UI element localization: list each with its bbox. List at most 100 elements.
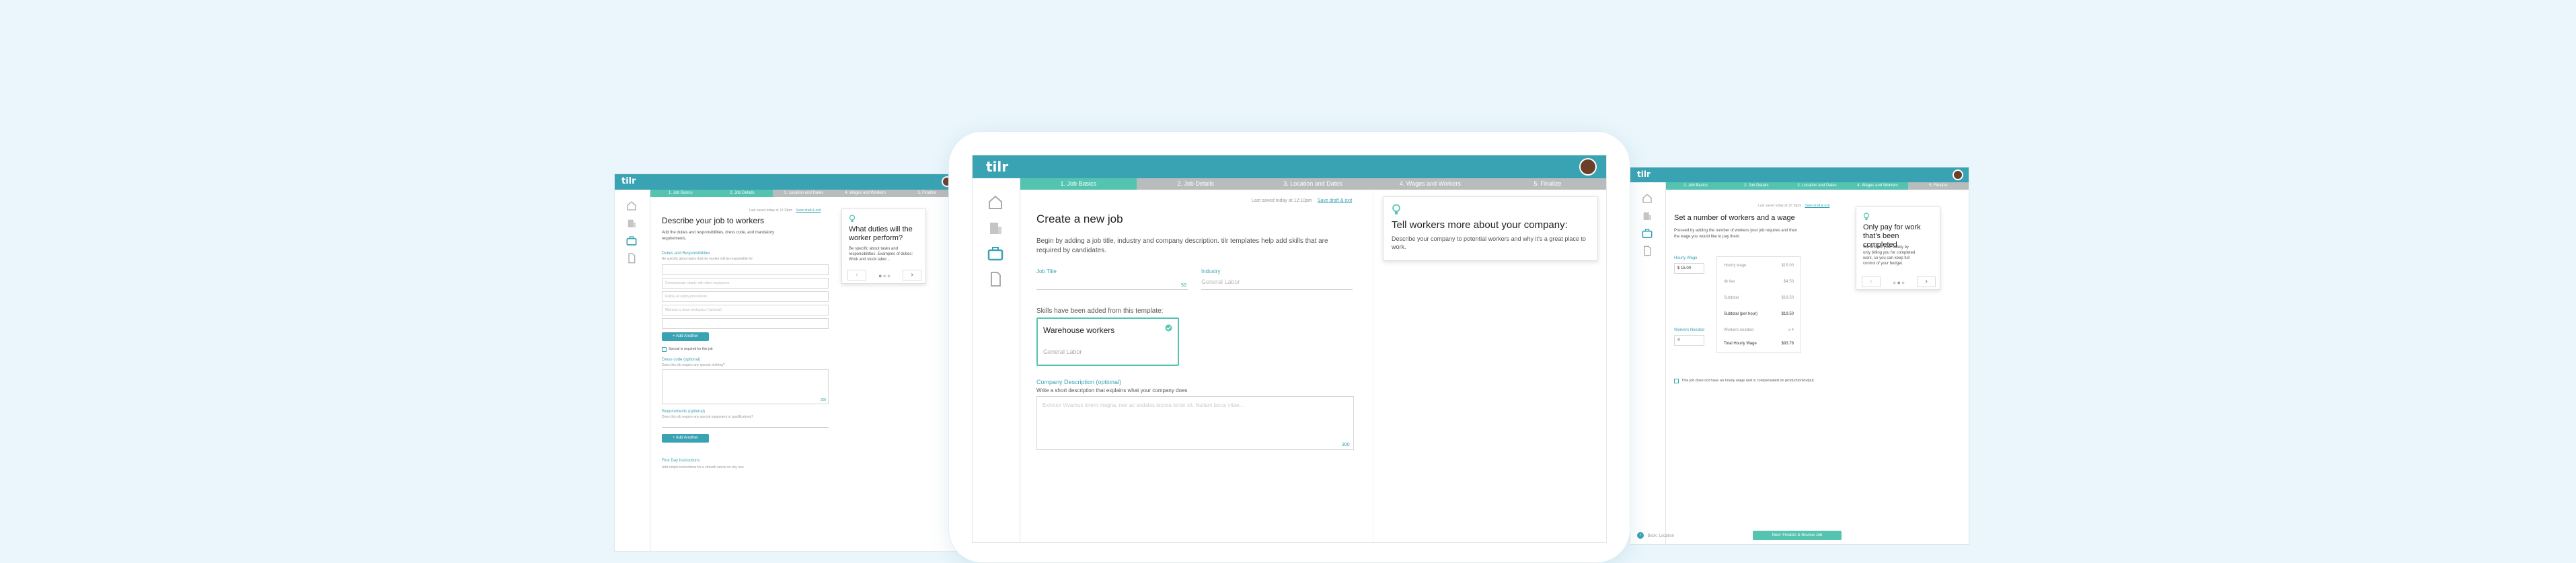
page-title: Set a number of workers and a wage bbox=[1674, 214, 1795, 222]
step-1[interactable]: 1. Job Basics bbox=[650, 190, 712, 197]
page-title: Describe your job to workers bbox=[662, 216, 765, 225]
summary-total-label: Total Hourly Wage bbox=[1724, 342, 1757, 346]
lightbulb-icon bbox=[1863, 213, 1870, 220]
duty-input-2[interactable]: Communicate clearly with other employees bbox=[662, 278, 829, 289]
briefcase-icon[interactable] bbox=[626, 235, 637, 246]
tip-pagination: ●●● bbox=[878, 272, 892, 279]
template-industry: General Labor bbox=[1043, 348, 1082, 355]
industry-label: Industry bbox=[1201, 268, 1221, 274]
tilr-logo: tilr bbox=[1637, 170, 1651, 179]
tilr-logo: tilr bbox=[986, 159, 1009, 175]
first-day-label: First Day Instructions bbox=[662, 459, 700, 463]
page-title: Create a new job bbox=[1036, 213, 1123, 225]
tip-next-button[interactable]: › bbox=[1917, 276, 1936, 287]
workers-needed-input[interactable]: 4 bbox=[1674, 335, 1704, 346]
no-hourly-checkbox[interactable] bbox=[1674, 379, 1679, 383]
duty-input-4[interactable]: Maintain a clean workspace (optional) bbox=[662, 305, 829, 315]
hourly-wage-input[interactable]: $ 15.00 bbox=[1674, 263, 1704, 274]
skills-note: Skills have been added from this templat… bbox=[1036, 307, 1164, 315]
company-desc-label: Company Description (optional) bbox=[1036, 379, 1122, 385]
step-2[interactable]: 2. Job Details bbox=[711, 190, 773, 197]
company-desc-textarea[interactable]: Ex/xxxx Vivamus lorem magna, nec ac soda… bbox=[1036, 396, 1354, 450]
template-name: Warehouse workers bbox=[1043, 326, 1115, 335]
home-icon[interactable] bbox=[626, 200, 637, 211]
step-1[interactable]: 1. Job Basics bbox=[1020, 178, 1137, 190]
side-nav bbox=[1630, 182, 1666, 544]
step-5[interactable]: 5. Finalize bbox=[1907, 182, 1969, 190]
dress-code-count: 300 bbox=[821, 398, 827, 402]
right-screen: tilr 1. Job Basics 2. Job Details 3. Loc… bbox=[1630, 167, 1969, 545]
job-title-label: Job Title bbox=[1036, 268, 1057, 274]
special-equipment-checkbox[interactable] bbox=[662, 347, 667, 352]
add-another-duty-button[interactable]: + Add Another bbox=[662, 332, 709, 341]
avatar[interactable] bbox=[1953, 170, 1963, 180]
home-icon[interactable] bbox=[1642, 193, 1653, 204]
job-title-input[interactable] bbox=[1036, 289, 1188, 290]
document-icon[interactable] bbox=[626, 253, 637, 264]
tip-prev-button[interactable]: ‹ bbox=[1862, 276, 1881, 287]
add-another-requirement-button[interactable]: + Add Another bbox=[662, 434, 709, 443]
home-icon[interactable] bbox=[987, 194, 1003, 211]
duty-input-5[interactable] bbox=[662, 318, 829, 329]
no-hourly-label: This job does not have an hourly wage an… bbox=[1681, 379, 1815, 383]
step-5[interactable]: 5. Finalize bbox=[1488, 178, 1606, 190]
summary-total-value: $93.78 bbox=[1781, 342, 1794, 346]
summary-row-value: $15.00 bbox=[1781, 264, 1794, 268]
duty-input-1[interactable] bbox=[662, 264, 829, 275]
briefcase-icon[interactable] bbox=[1642, 228, 1653, 239]
duties-help: Be specific about tasks that the worker … bbox=[662, 257, 753, 261]
step-3[interactable]: 3. Location and Dates bbox=[1254, 178, 1372, 190]
save-exit-link[interactable]: Save draft & exit bbox=[796, 209, 821, 213]
step-3[interactable]: 3. Location and Dates bbox=[773, 190, 835, 197]
check-circle-icon bbox=[1165, 324, 1172, 332]
intro-text: Add the duties and responsibilities, dre… bbox=[662, 231, 775, 241]
building-icon[interactable] bbox=[987, 220, 1003, 236]
tip-prev-button[interactable]: ‹ bbox=[847, 270, 866, 280]
step-1[interactable]: 1. Job Basics bbox=[1665, 182, 1727, 190]
step-2[interactable]: 2. Job Details bbox=[1137, 178, 1254, 190]
briefcase-icon[interactable] bbox=[987, 246, 1003, 262]
lightbulb-icon bbox=[849, 215, 856, 222]
step-4[interactable]: 4. Wages and Workers bbox=[834, 190, 897, 197]
dress-code-label: Dress code (optional) bbox=[662, 358, 701, 362]
step-progress-bar: 1. Job Basics 2. Job Details 3. Location… bbox=[1665, 182, 1969, 190]
requirements-help: Does this job require any special equipm… bbox=[662, 415, 753, 419]
building-icon[interactable] bbox=[626, 218, 637, 229]
lightbulb-icon bbox=[1392, 204, 1400, 215]
building-icon[interactable] bbox=[1642, 211, 1653, 221]
summary-row-label: Hourly wage bbox=[1724, 264, 1747, 268]
duty-input-3[interactable]: Follow all safety procedures bbox=[662, 291, 829, 302]
save-exit-link[interactable]: Save draft & exit bbox=[1805, 204, 1830, 208]
step-3[interactable]: 3. Location and Dates bbox=[1786, 182, 1848, 190]
document-icon[interactable] bbox=[987, 271, 1003, 287]
next-button[interactable]: Next: Finalize & Review Job bbox=[1753, 531, 1842, 540]
step-progress-bar: 1. Job Basics 2. Job Details 3. Location… bbox=[650, 190, 958, 197]
step-progress-bar: 1. Job Basics 2. Job Details 3. Location… bbox=[1020, 178, 1606, 190]
avatar[interactable] bbox=[1579, 158, 1597, 176]
duties-label: Duties and Responsibilities bbox=[662, 252, 711, 256]
tip-body: Describe your company to potential worke… bbox=[1392, 235, 1586, 250]
summary-row-label: Subtotal (per hour) bbox=[1724, 312, 1758, 316]
step-4[interactable]: 4. Wages and Workers bbox=[1847, 182, 1908, 190]
tip-body: We ensure your safety by only billing yo… bbox=[1863, 246, 1916, 266]
save-exit-link[interactable]: Save draft & exit bbox=[1318, 198, 1352, 203]
step-4[interactable]: 4. Wages and Workers bbox=[1371, 178, 1489, 190]
tip-next-button[interactable]: › bbox=[903, 270, 921, 280]
app-header: tilr bbox=[973, 155, 1606, 178]
industry-select[interactable]: General Labor bbox=[1201, 278, 1353, 290]
tip-pagination: ●●● bbox=[1893, 279, 1906, 286]
intro-text: Begin by adding a job title, industry an… bbox=[1036, 237, 1328, 254]
template-card[interactable]: Warehouse workers General Labor bbox=[1036, 317, 1179, 366]
dress-code-textarea[interactable] bbox=[662, 369, 829, 404]
document-icon[interactable] bbox=[1642, 246, 1653, 256]
summary-row-label: Subtotal bbox=[1724, 296, 1739, 300]
tilr-logo: tilr bbox=[621, 176, 636, 186]
dress-code-help: Does this job require any special clothi… bbox=[662, 363, 725, 367]
step-2[interactable]: 2. Job Details bbox=[1726, 182, 1787, 190]
tip-card: What duties will the worker perform? Be … bbox=[841, 209, 926, 284]
workers-needed-label: Workers Needed bbox=[1674, 328, 1704, 332]
requirements-input[interactable] bbox=[662, 427, 829, 428]
intro-text: Proceed by adding the number of workers … bbox=[1674, 229, 1797, 239]
hourly-wage-label: Hourly Wage bbox=[1674, 256, 1698, 260]
summary-row-value: x 4 bbox=[1788, 328, 1794, 332]
